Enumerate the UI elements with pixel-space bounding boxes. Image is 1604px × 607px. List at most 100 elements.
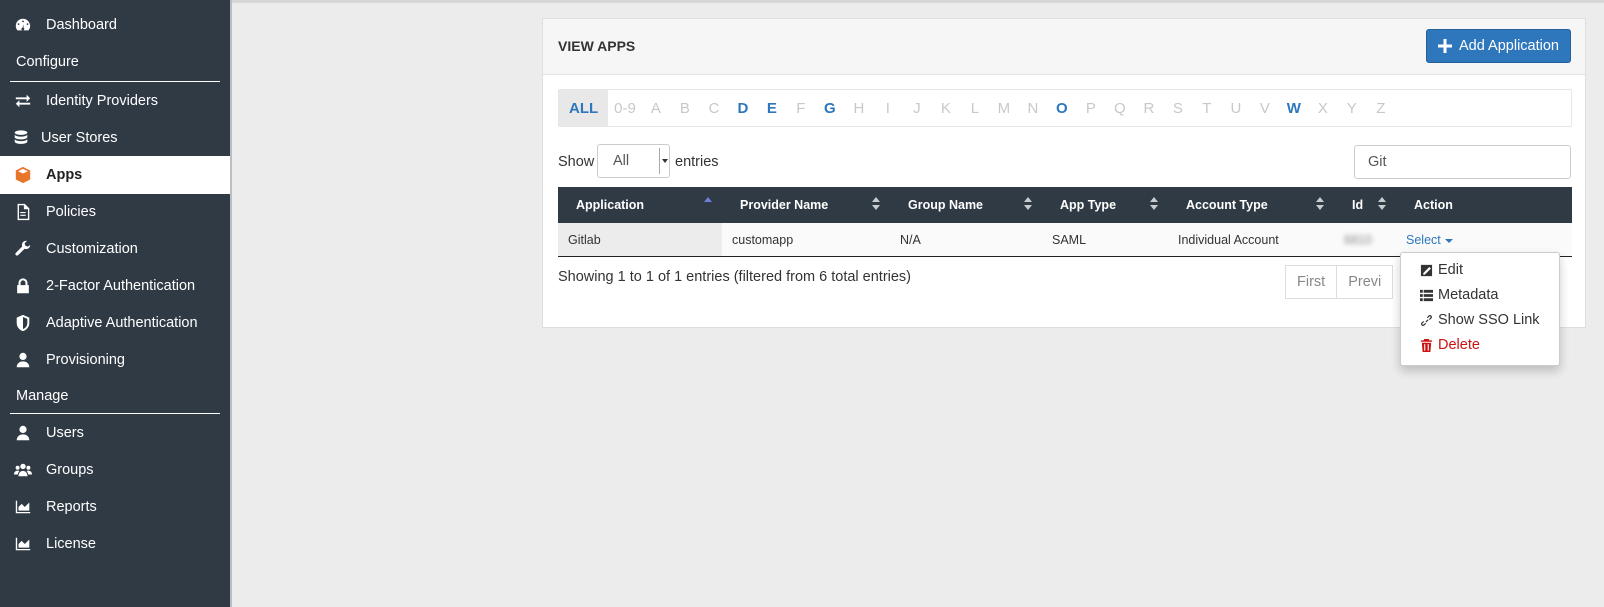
column-app-type[interactable]: App Type (1042, 187, 1168, 223)
alpha-filter-f[interactable]: F (792, 90, 810, 126)
caret-down-icon (659, 148, 669, 174)
alpha-filter-q[interactable]: Q (1111, 90, 1129, 126)
column-label: Action (1414, 198, 1453, 212)
alpha-filter-all[interactable]: ALL (559, 90, 609, 126)
shield-icon (0, 314, 46, 332)
alpha-filter-a[interactable]: A (647, 90, 665, 126)
cell-app-type: SAML (1052, 232, 1087, 247)
column-provider-name[interactable]: Provider Name (722, 187, 890, 223)
sidebar-item-label: Dashboard (46, 17, 117, 33)
page-title: VIEW APPS (558, 38, 636, 54)
lock-icon (0, 277, 46, 295)
sort-icon (1378, 197, 1386, 213)
alpha-filter-v[interactable]: V (1256, 90, 1274, 126)
sidebar-item-adaptive-auth[interactable]: Adaptive Authentication (0, 304, 230, 342)
alpha-filter-n[interactable]: N (1024, 90, 1042, 126)
link-icon (1421, 314, 1432, 326)
top-border (232, 0, 1604, 3)
sidebar-item-user-stores[interactable]: User Stores (0, 119, 230, 157)
sidebar-item-policies[interactable]: Policies (0, 193, 230, 231)
alpha-filter-k[interactable]: K (937, 90, 955, 126)
sidebar-item-reports[interactable]: Reports (0, 488, 230, 526)
alpha-filter-w[interactable]: W (1285, 90, 1303, 126)
page-size-select[interactable]: All (597, 144, 670, 178)
alpha-filter-y[interactable]: Y (1343, 90, 1361, 126)
edit-icon (1420, 264, 1433, 276)
caret-down-icon (1444, 238, 1453, 243)
sidebar-item-users[interactable]: Users (0, 414, 230, 452)
dashboard-icon (0, 16, 46, 34)
cell-application: Gitlab (558, 223, 722, 256)
sidebar-item-label: Customization (46, 241, 138, 257)
cell-id: 6810 (1334, 223, 1396, 256)
users-icon (0, 461, 46, 479)
menu-item-delete[interactable]: Delete (1420, 334, 1480, 356)
alpha-filter-c[interactable]: C (705, 90, 723, 126)
cell-account-type: Individual Account (1178, 232, 1279, 247)
sidebar-item-license[interactable]: License (0, 525, 230, 563)
alpha-filter-b[interactable]: B (676, 90, 694, 126)
sort-icon (1150, 197, 1158, 213)
alpha-filter-x[interactable]: X (1314, 90, 1332, 126)
alpha-filter-0-9[interactable]: 0-9 (614, 90, 636, 126)
menu-item-label: Metadata (1438, 287, 1499, 303)
pager-previous-button[interactable]: Previ (1337, 265, 1394, 299)
alpha-filter-z[interactable]: Z (1372, 90, 1390, 126)
menu-item-label: Delete (1438, 337, 1480, 353)
area-chart-icon (0, 535, 46, 553)
column-id[interactable]: Id (1334, 187, 1396, 223)
alpha-filter-r[interactable]: R (1140, 90, 1158, 126)
column-application[interactable]: Application (558, 187, 722, 223)
cube-icon (0, 166, 46, 184)
area-chart-icon (0, 498, 46, 516)
menu-item-edit[interactable]: Edit (1420, 259, 1463, 281)
sidebar-item-identity-providers[interactable]: Identity Providers (0, 82, 230, 120)
sidebar-item-dashboard[interactable]: Dashboard (0, 6, 230, 44)
action-select-toggle[interactable]: Select (1406, 233, 1453, 247)
sidebar-item-label: License (46, 536, 96, 552)
alpha-filter-d[interactable]: D (734, 90, 752, 126)
pager-first-button[interactable]: First (1285, 265, 1338, 299)
alpha-filter-p[interactable]: P (1082, 90, 1100, 126)
user-icon (0, 351, 46, 369)
apps-table: Application Provider Name Group Name App… (558, 187, 1572, 257)
sidebar-item-label: User Stores (41, 130, 118, 146)
alpha-filter-l[interactable]: L (966, 90, 984, 126)
trash-icon (1420, 338, 1433, 352)
sidebar-item-2fa[interactable]: 2-Factor Authentication (0, 267, 230, 305)
alpha-filter-m[interactable]: M (995, 90, 1013, 126)
column-label: Group Name (908, 198, 984, 212)
alpha-filter-u[interactable]: U (1227, 90, 1245, 126)
sidebar-item-groups[interactable]: Groups (0, 451, 230, 489)
sort-icon (872, 197, 880, 213)
alpha-filter-h[interactable]: H (850, 90, 868, 126)
alpha-filter-t[interactable]: T (1198, 90, 1216, 126)
wrench-icon (0, 240, 46, 258)
sidebar-item-apps[interactable]: Apps (0, 156, 230, 194)
add-application-button[interactable]: Add Application (1426, 29, 1571, 63)
alpha-filter-j[interactable]: J (908, 90, 926, 126)
column-label: Provider Name (740, 198, 829, 212)
alpha-filter-i[interactable]: I (879, 90, 897, 126)
sidebar-item-provisioning[interactable]: Provisioning (0, 341, 230, 379)
sidebar-item-label: Provisioning (46, 352, 125, 368)
search-input[interactable] (1354, 145, 1571, 179)
menu-item-metadata[interactable]: Metadata (1420, 284, 1498, 306)
sort-asc-icon (704, 197, 712, 213)
sidebar-item-label: 2-Factor Authentication (46, 278, 196, 294)
alpha-filter-e[interactable]: E (763, 90, 781, 126)
column-group-name[interactable]: Group Name (890, 187, 1042, 223)
sort-icon (1024, 197, 1032, 213)
menu-item-show-sso-link[interactable]: Show SSO Link (1420, 309, 1540, 331)
sidebar-item-customization[interactable]: Customization (0, 230, 230, 268)
sidebar-item-label: Adaptive Authentication (46, 315, 198, 331)
sort-icon (1316, 197, 1324, 213)
action-dropdown-menu: Edit Metadata Show SSO Link Delete (1400, 252, 1560, 366)
table-info: Showing 1 to 1 of 1 entries (filtered fr… (558, 269, 912, 285)
column-account-type[interactable]: Account Type (1168, 187, 1334, 223)
sidebar-item-label: Groups (46, 462, 94, 478)
alpha-filter-s[interactable]: S (1169, 90, 1187, 126)
alpha-filter-o[interactable]: O (1053, 90, 1071, 126)
list-icon (1420, 289, 1433, 301)
alpha-filter-g[interactable]: G (821, 90, 839, 126)
